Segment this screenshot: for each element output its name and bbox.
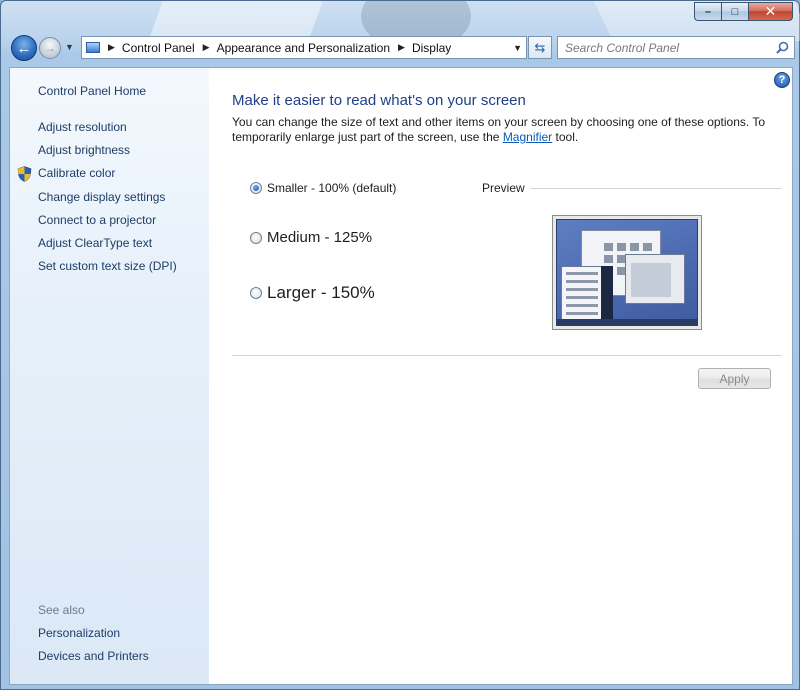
preview-window-icon [625, 254, 685, 304]
forward-arrow-icon: → [44, 41, 56, 55]
sidebar-item-custom-text-size[interactable]: Set custom text size (DPI) [38, 259, 177, 273]
sidebar-item-adjust-resolution[interactable]: Adjust resolution [38, 120, 127, 134]
search-input[interactable] [565, 40, 765, 55]
preview-window-icon [561, 266, 603, 324]
back-button[interactable]: ← [11, 35, 37, 61]
control-panel-icon [86, 42, 100, 53]
option-label: Larger - 150% [267, 283, 375, 302]
breadcrumb-control-panel[interactable]: Control Panel [122, 41, 195, 55]
breadcrumb-separator-icon[interactable]: ▶ [203, 42, 210, 53]
refresh-button[interactable]: ⇆ [528, 36, 552, 59]
option-label: Smaller - 100% (default) [267, 181, 397, 195]
page-title: Make it easier to read what's on your sc… [232, 92, 526, 109]
close-button[interactable]: ✕ [748, 2, 793, 21]
option-larger[interactable]: Larger - 150% [250, 283, 375, 303]
description-text: You can change the size of text and othe… [232, 115, 766, 144]
radio-selected-dot [253, 185, 259, 191]
refresh-icon: ⇆ [534, 39, 546, 55]
preview-taskbar [557, 319, 697, 325]
description-text-end: tool. [552, 130, 579, 144]
maximize-icon: □ [731, 5, 739, 18]
radio-smaller[interactable] [250, 182, 262, 194]
preview-sidebar [601, 266, 613, 322]
task-pane: Control Panel Home Adjust resolution Adj… [10, 68, 209, 684]
breadcrumb-appearance[interactable]: Appearance and Personalization [217, 41, 390, 55]
apply-button[interactable]: Apply [698, 368, 771, 389]
navigation-bar: ← → ▼ ▶ Control Panel ▶ Appearance and P… [9, 35, 795, 61]
maximize-button[interactable]: □ [721, 2, 748, 21]
sidebar-item-adjust-cleartype[interactable]: Adjust ClearType text [38, 236, 152, 250]
option-label: Medium - 125% [267, 229, 373, 246]
sidebar-item-calibrate-color[interactable]: Calibrate color [38, 166, 115, 180]
page-description: You can change the size of text and othe… [232, 115, 778, 145]
client-area: Control Panel Home Adjust resolution Adj… [9, 67, 793, 685]
main-content: Make it easier to read what's on your sc… [232, 68, 782, 684]
sidebar-item-personalization[interactable]: Personalization [38, 626, 120, 640]
preview-image [552, 215, 702, 330]
preview-divider [530, 188, 782, 189]
sidebar-item-change-display-settings[interactable]: Change display settings [38, 190, 165, 204]
option-smaller[interactable]: Smaller - 100% (default) [250, 181, 396, 195]
window-frame: – □ ✕ ← → ▼ ▶ Control Panel ▶ Appearance… [0, 0, 800, 690]
uac-shield-icon [17, 166, 32, 182]
back-arrow-icon: ← [16, 39, 32, 57]
preview-label: Preview [482, 181, 525, 195]
recent-pages-dropdown[interactable]: ▼ [65, 42, 74, 52]
breadcrumb-separator-icon[interactable]: ▶ [108, 42, 115, 53]
sidebar-item-control-panel-home[interactable]: Control Panel Home [38, 84, 146, 98]
close-icon: ✕ [764, 3, 777, 19]
minimize-button[interactable]: – [694, 2, 721, 21]
minimize-icon: – [704, 5, 712, 18]
magnifier-link[interactable]: Magnifier [503, 130, 552, 144]
option-medium[interactable]: Medium - 125% [250, 229, 372, 246]
forward-button[interactable]: → [39, 37, 61, 59]
breadcrumb-display[interactable]: Display [412, 41, 451, 55]
search-icon[interactable] [776, 41, 789, 54]
preview-desktop [556, 219, 698, 326]
sidebar-item-connect-projector[interactable]: Connect to a projector [38, 213, 156, 227]
sidebar-item-devices-printers[interactable]: Devices and Printers [38, 649, 149, 663]
search-box[interactable] [557, 36, 795, 59]
see-also-label: See also [38, 603, 85, 617]
address-dropdown-icon[interactable]: ▼ [513, 43, 522, 53]
radio-larger[interactable] [250, 287, 262, 299]
breadcrumb: ▶ Control Panel ▶ Appearance and Persona… [100, 41, 451, 55]
sidebar-item-adjust-brightness[interactable]: Adjust brightness [38, 143, 130, 157]
address-bar[interactable]: ▶ Control Panel ▶ Appearance and Persona… [81, 36, 527, 59]
caption-buttons: – □ ✕ [694, 2, 793, 21]
breadcrumb-separator-icon[interactable]: ▶ [398, 42, 405, 53]
radio-medium[interactable] [250, 231, 262, 244]
content-divider [232, 355, 782, 356]
